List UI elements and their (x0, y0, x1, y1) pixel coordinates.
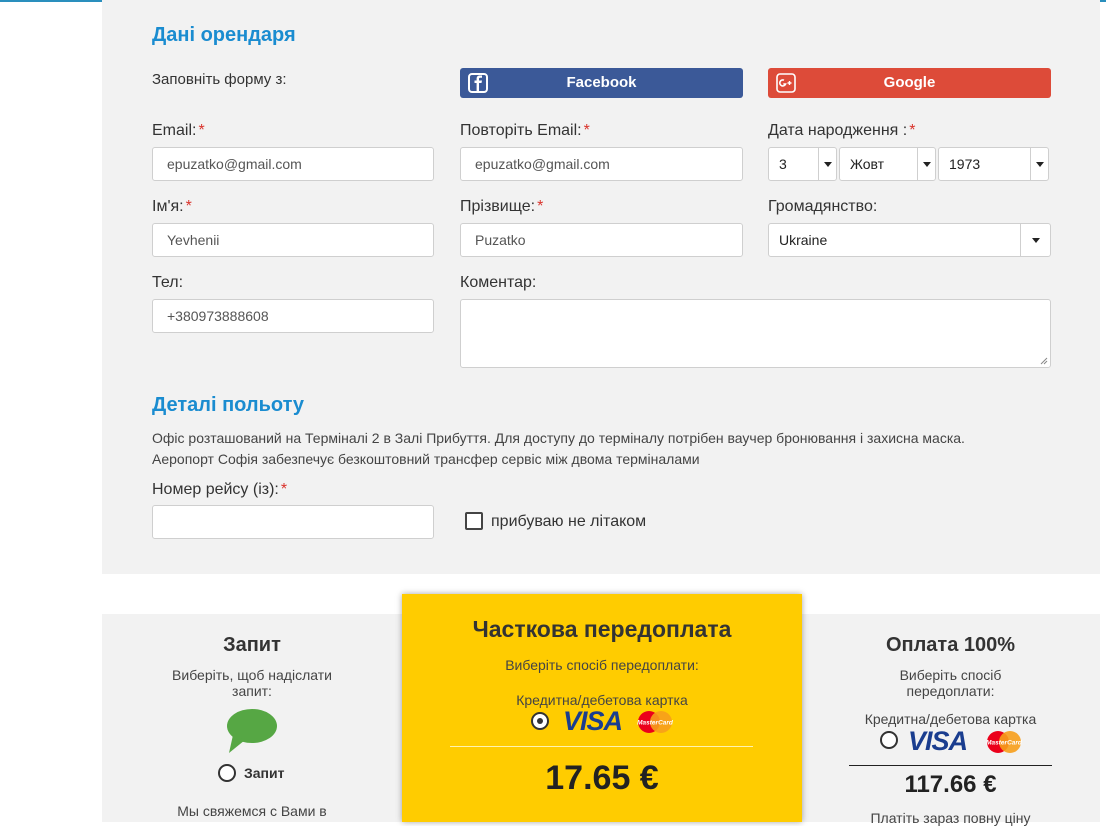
google-login-button[interactable]: Google (768, 68, 1051, 98)
comment-textarea[interactable] (460, 299, 1051, 368)
flight-description-line-1: Офіс розташований на Терміналі 2 в Залі … (152, 430, 965, 446)
comment-label: Коментар: (460, 274, 537, 291)
flight-number-field[interactable] (152, 505, 434, 539)
birth-month-dropdown-toggle[interactable] (917, 148, 935, 180)
birth-date-label: Дата народження : * (768, 122, 916, 139)
visa-logo: VISA (563, 706, 623, 736)
google-button-label: Google (883, 74, 936, 91)
mastercard-logo: MasterCard (637, 711, 674, 733)
request-option-subtitle-line-1: Виберіть, щоб надіслати (172, 667, 332, 683)
mastercard-logo: MasterCard (986, 731, 1023, 753)
birth-day-value: 3 (779, 156, 787, 172)
chevron-down-icon (1036, 162, 1044, 167)
full-payment-price: 117.66 € (904, 771, 997, 798)
birth-month-select[interactable]: Жовт (839, 147, 936, 181)
repeat-email-label: Повторіть Email: * (460, 122, 590, 139)
email-label: Email: * (152, 122, 205, 139)
fill-with-label: Заповніть форму з: (152, 71, 287, 88)
facebook-icon (468, 73, 488, 93)
full-card-label: Кредитна/дебетова картка (864, 711, 1037, 727)
citizenship-value: Ukraine (779, 232, 828, 248)
citizenship-select[interactable]: Ukraine (768, 223, 1051, 257)
partial-card-radio[interactable] (531, 712, 549, 730)
birth-month-value: Жовт (850, 156, 885, 172)
mastercard-logo-text: MasterCard (986, 740, 1023, 747)
email-field[interactable]: epuzatko@gmail.com (152, 147, 434, 181)
not-by-plane-label[interactable]: прибуваю не літаком (491, 513, 646, 531)
facebook-button-label: Facebook (566, 74, 637, 91)
not-by-plane-checkbox[interactable] (465, 512, 483, 530)
citizenship-label: Громадянство: (768, 198, 878, 215)
citizenship-dropdown-toggle[interactable] (1020, 224, 1050, 256)
full-payment-note: Платіть зараз повну ціну (870, 810, 1031, 826)
request-option-title: Запит (223, 634, 281, 656)
chevron-down-icon (824, 162, 832, 167)
flight-number-label: Номер рейсу (із): * (152, 481, 288, 498)
birth-day-select[interactable]: 3 (768, 147, 837, 181)
birth-day-dropdown-toggle[interactable] (818, 148, 836, 180)
first-name-field[interactable]: Yevhenii (152, 223, 434, 257)
request-option-subtitle-line-2: запит: (232, 683, 272, 699)
partial-prepayment-title: Часткова передоплата (472, 616, 732, 642)
mastercard-logo-text: MasterCard (637, 720, 674, 727)
partial-prepayment-subtitle: Виберіть спосіб передоплати: (505, 657, 699, 673)
repeat-email-field[interactable]: epuzatko@gmail.com (460, 147, 743, 181)
birth-year-dropdown-toggle[interactable] (1030, 148, 1048, 180)
surname-label: Прізвище: * (460, 198, 544, 215)
birth-year-select[interactable]: 1973 (938, 147, 1049, 181)
surname-field[interactable]: Puzatko (460, 223, 743, 257)
full-divider (849, 765, 1052, 766)
flight-description-line-2: Аеропорт Софія забезпечує безкоштовний т… (152, 451, 700, 467)
partial-divider (450, 746, 753, 747)
first-name-label: Ім'я: * (152, 198, 192, 215)
chat-bubble-icon (227, 709, 277, 753)
request-radio-label[interactable]: Запит (244, 765, 284, 781)
chevron-down-icon (1032, 238, 1040, 243)
facebook-login-button[interactable]: Facebook (460, 68, 743, 98)
full-payment-subtitle-line-2: передоплати: (906, 683, 995, 699)
renter-section-title: Дані орендаря (152, 24, 296, 46)
phone-field[interactable]: +380973888608 (152, 299, 434, 333)
partial-prepayment-price: 17.65 € (545, 759, 659, 797)
request-option-note: Мы свяжемся с Вами в (177, 803, 327, 819)
request-radio[interactable] (218, 764, 236, 782)
visa-logo: VISA (908, 726, 968, 756)
chevron-down-icon (923, 162, 931, 167)
flight-section-title: Деталі польоту (152, 394, 305, 416)
full-payment-title: Оплата 100% (885, 634, 1016, 656)
full-card-radio[interactable] (880, 731, 898, 749)
full-payment-subtitle-line-1: Виберіть спосіб (899, 667, 1002, 683)
google-plus-icon (776, 73, 796, 93)
birth-year-value: 1973 (949, 156, 981, 172)
resize-grip-icon[interactable] (1040, 357, 1048, 365)
phone-label: Тел: (152, 274, 184, 291)
